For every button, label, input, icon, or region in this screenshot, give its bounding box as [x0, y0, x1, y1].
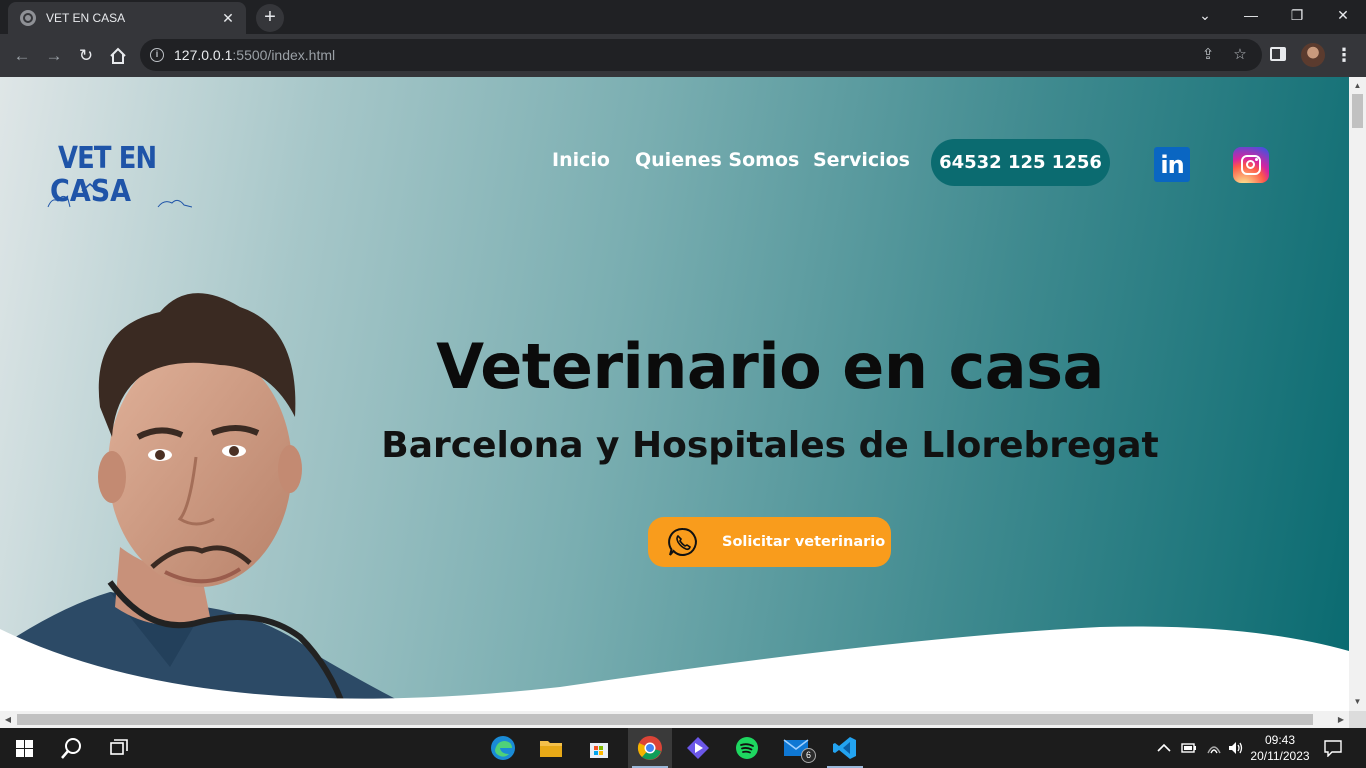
- hero-section: VET EN CASA Inicio Quienes Somos Servici…: [0, 77, 1349, 711]
- nav-servicios[interactable]: Servicios: [813, 149, 910, 171]
- wifi-icon[interactable]: [1206, 728, 1222, 768]
- horizontal-scroll-thumb[interactable]: [17, 714, 1313, 725]
- new-tab-button[interactable]: +: [256, 4, 284, 32]
- windows-taskbar: 6 09:43 20/11/2023: [0, 728, 1366, 768]
- instagram-icon[interactable]: [1233, 147, 1269, 183]
- search-icon[interactable]: [50, 728, 94, 768]
- scroll-left-arrow-icon[interactable]: ◀: [1, 711, 15, 728]
- browser-toolbar: ← → ↻ i 127.0.0.1:5500/index.html ⇪ ☆ ⋮: [0, 34, 1366, 77]
- url-text: 127.0.0.1:5500/index.html: [174, 47, 336, 63]
- address-bar[interactable]: i 127.0.0.1:5500/index.html ⇪ ☆: [140, 39, 1262, 71]
- hero-subtitle: Barcelona y Hospitales de Llorebregat: [381, 425, 1159, 466]
- hero-wave-divider: [0, 626, 1349, 711]
- mail-icon[interactable]: 6: [774, 728, 818, 768]
- request-vet-label: Solicitar veterinario: [722, 534, 886, 550]
- file-explorer-icon[interactable]: [529, 728, 573, 768]
- horizontal-scrollbar[interactable]: ◀ ▶: [0, 711, 1349, 728]
- tab-title: VET EN CASA: [46, 11, 126, 25]
- task-view-icon[interactable]: [98, 728, 142, 768]
- mail-badge: 6: [801, 748, 816, 763]
- back-arrow-icon[interactable]: ←: [8, 42, 36, 70]
- scroll-up-arrow-icon[interactable]: ▲: [1349, 79, 1366, 93]
- windows-start-icon[interactable]: [2, 728, 46, 768]
- microsoft-store-icon[interactable]: [577, 728, 621, 768]
- battery-icon[interactable]: [1181, 728, 1197, 768]
- site-info-icon[interactable]: i: [150, 48, 164, 62]
- bookmark-star-icon[interactable]: ☆: [1230, 45, 1250, 65]
- nav-inicio[interactable]: Inicio: [552, 149, 610, 171]
- spotify-icon[interactable]: [725, 728, 769, 768]
- scrollbar-corner: [1349, 711, 1366, 728]
- vscode-icon[interactable]: [823, 728, 867, 768]
- minimize-button[interactable]: —: [1228, 0, 1274, 30]
- nav-quienes-somos[interactable]: Quienes Somos: [635, 149, 799, 171]
- volume-icon[interactable]: [1228, 728, 1244, 768]
- system-clock[interactable]: 09:43 20/11/2023: [1248, 732, 1312, 764]
- tab-search-chevron-icon[interactable]: ⌄: [1182, 0, 1228, 30]
- close-window-button[interactable]: ✕: [1320, 0, 1366, 30]
- site-logo[interactable]: VET EN CASA: [46, 141, 192, 211]
- scroll-right-arrow-icon[interactable]: ▶: [1334, 711, 1348, 728]
- phone-button[interactable]: 64532 125 1256: [931, 139, 1110, 186]
- reload-icon[interactable]: ↻: [72, 42, 100, 70]
- restore-button[interactable]: ❐: [1274, 0, 1320, 30]
- clock-date: 20/11/2023: [1250, 749, 1310, 763]
- share-icon[interactable]: ⇪: [1198, 45, 1218, 65]
- whatsapp-icon: [668, 527, 697, 556]
- request-vet-button[interactable]: Solicitar veterinario: [648, 517, 891, 567]
- clock-time: 09:43: [1264, 733, 1296, 747]
- page-viewport: VET EN CASA Inicio Quienes Somos Servici…: [0, 77, 1349, 711]
- chrome-icon[interactable]: [628, 728, 672, 768]
- vertical-scrollbar[interactable]: ▲ ▼: [1349, 77, 1366, 711]
- home-icon[interactable]: [104, 42, 132, 70]
- vertical-scroll-thumb[interactable]: [1352, 94, 1363, 128]
- side-panel-icon[interactable]: [1270, 47, 1286, 61]
- tray-show-hidden-icon[interactable]: [1157, 728, 1171, 768]
- menu-kebab-icon[interactable]: ⋮: [1334, 42, 1354, 70]
- tab-close-icon[interactable]: ✕: [220, 10, 236, 27]
- media-player-icon[interactable]: [676, 728, 720, 768]
- scroll-down-arrow-icon[interactable]: ▼: [1349, 695, 1366, 709]
- hero-title: Veterinario en casa: [436, 330, 1104, 403]
- profile-avatar[interactable]: [1301, 43, 1325, 67]
- globe-icon: [20, 10, 36, 26]
- forward-arrow-icon[interactable]: →: [40, 42, 68, 70]
- linkedin-icon[interactable]: in: [1154, 147, 1190, 182]
- browser-tab[interactable]: VET EN CASA ✕: [8, 2, 246, 34]
- notifications-icon[interactable]: [1324, 728, 1342, 768]
- logo-pets-outline-icon: [47, 183, 192, 208]
- edge-icon[interactable]: [481, 728, 525, 768]
- tab-bar: VET EN CASA ✕ + ⌄ — ❐ ✕: [0, 0, 1366, 34]
